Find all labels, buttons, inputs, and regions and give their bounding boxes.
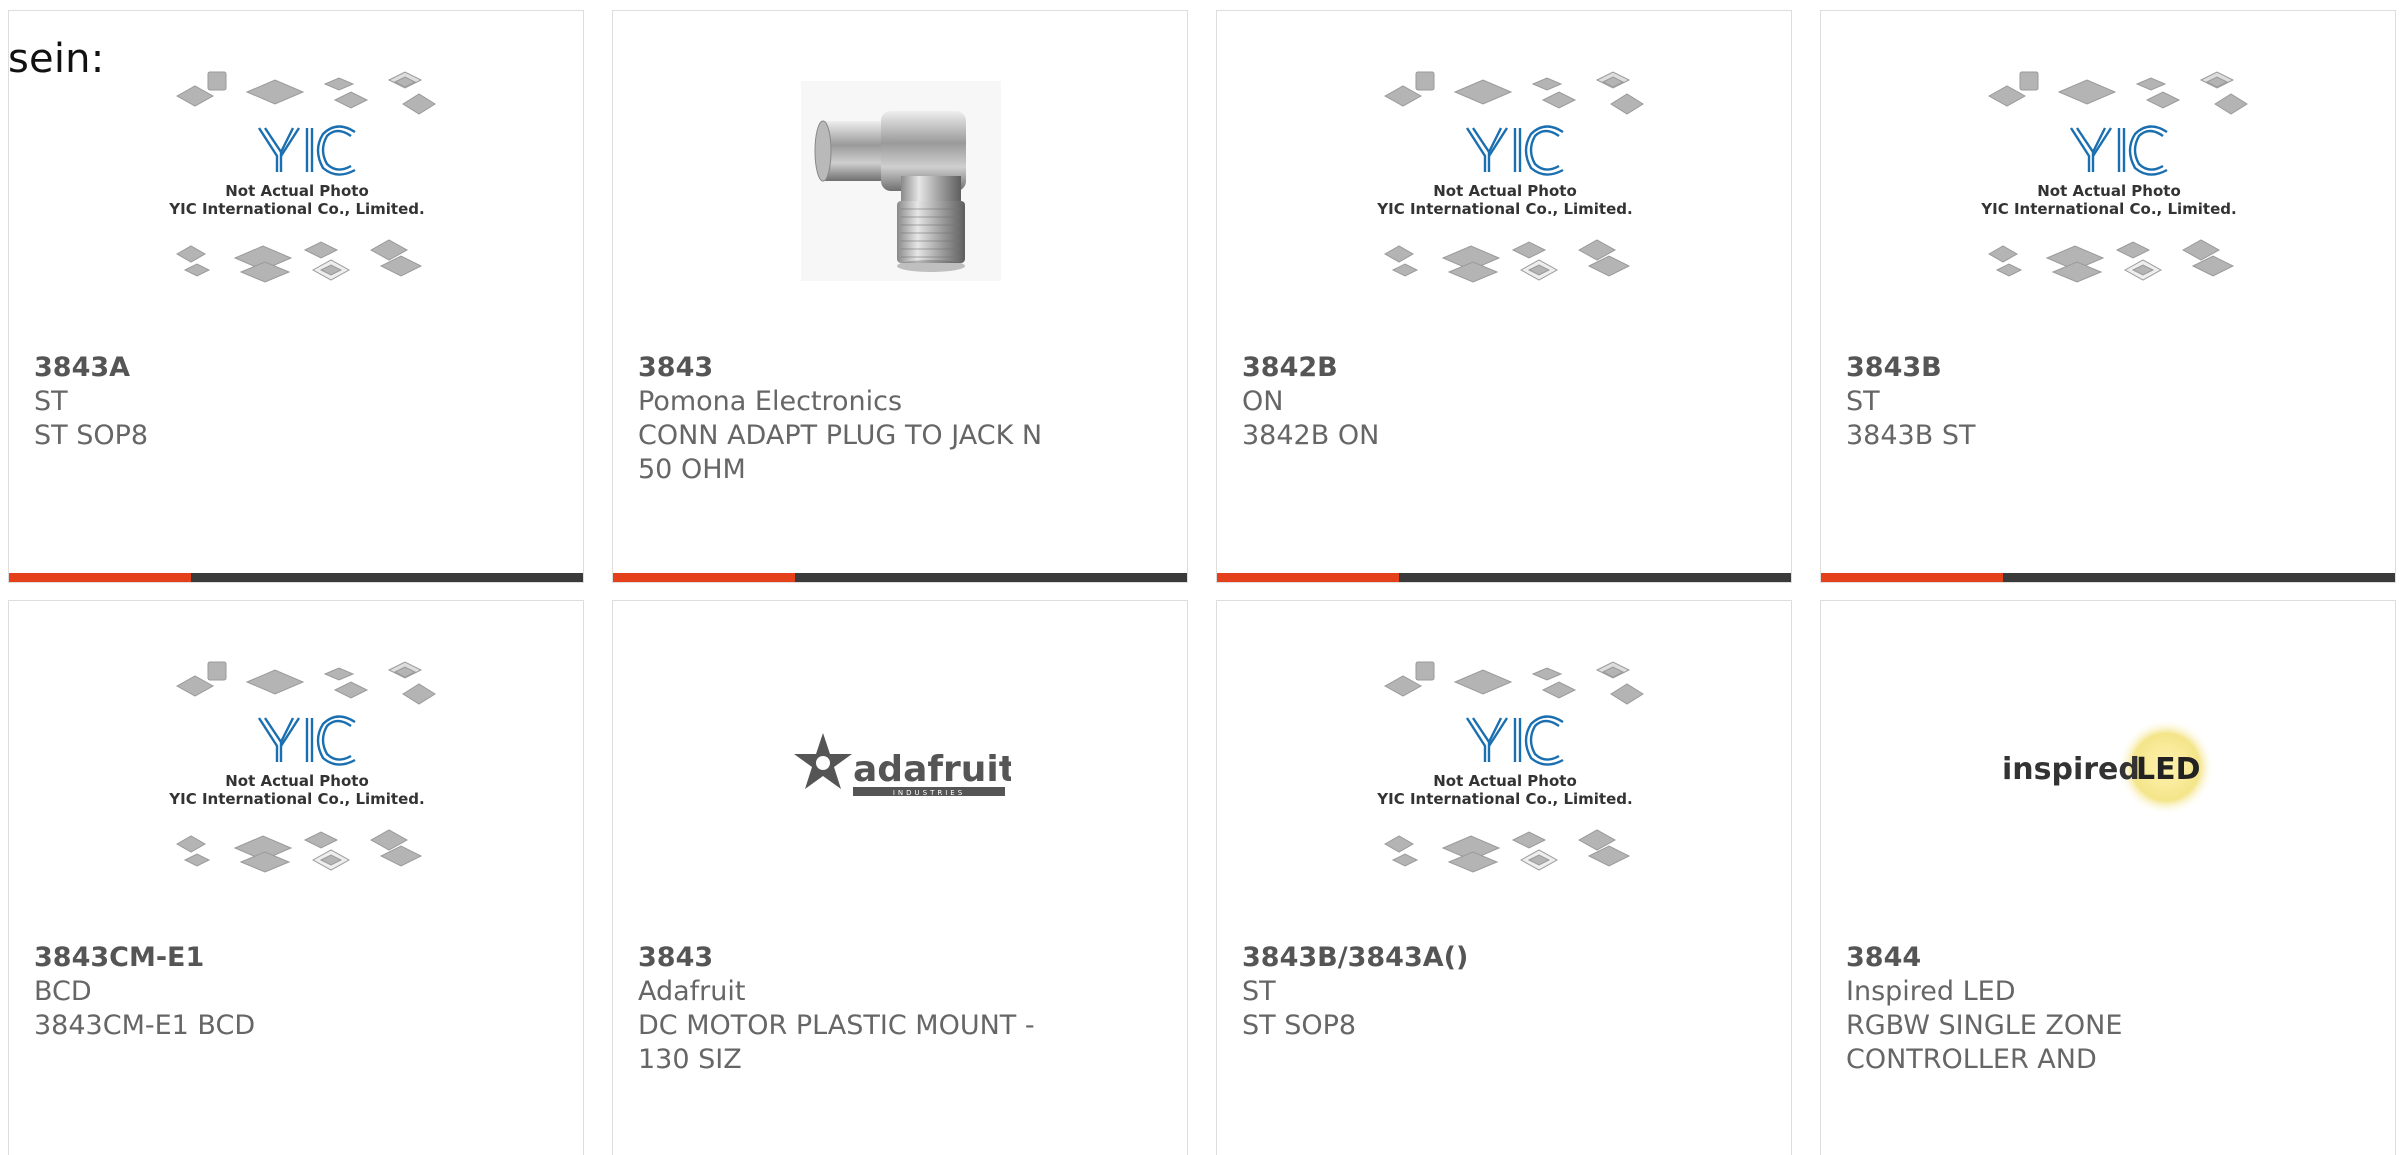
manufacturer: Pomona Electronics — [638, 386, 903, 417]
not-actual-photo-placeholder: Not Actual Photo YIC International Co., … — [1969, 54, 2249, 308]
description: 3842B ON — [1242, 420, 1380, 451]
product-image[interactable]: Not Actual Photo YIC International Co., … — [1217, 11, 1791, 351]
part-number[interactable]: 3843B — [1846, 351, 2266, 385]
product-info: 3844 Inspired LED RGBW SINGLE ZONE CONTR… — [1846, 941, 2266, 1077]
yic-placeholder-image: Not Actual Photo YIC International Co., … — [1376, 661, 1644, 873]
description: ST SOP8 — [34, 420, 149, 451]
product-image[interactable]: Not Actual Photo YIC International Co., … — [9, 601, 583, 941]
description: 3843CM-E1 BCD — [34, 1010, 256, 1041]
product-card[interactable]: Not Actual Photo YIC International Co., … — [8, 600, 584, 1155]
description: 3843B ST — [1846, 420, 1976, 451]
description: ST SOP8 — [1242, 1010, 1357, 1041]
product-info: 3843B/3843A() ST ST SOP8 — [1242, 941, 1662, 1043]
manufacturer: ST — [34, 386, 68, 417]
product-card[interactable]: inspired LED 3844 Inspired LED RGBW SING… — [1820, 600, 2396, 1155]
product-results-page: sein: Not Actual Photo YIC International — [0, 0, 2400, 1155]
yic-company-text: YIC International Co., Limited. — [1376, 790, 1632, 808]
yic-company-text: YIC International Co., Limited. — [1980, 200, 2236, 218]
yic-placeholder-image: Not Actual Photo YIC International Co., … — [168, 661, 436, 873]
card-bottom-bar — [1821, 573, 2395, 582]
manufacturer: ON — [1242, 386, 1284, 417]
part-number[interactable]: 3843CM-E1 — [34, 941, 454, 975]
not-actual-photo-text: Not Actual Photo — [225, 182, 369, 200]
product-card[interactable]: Not Actual Photo YIC International Co., … — [1216, 10, 1792, 583]
product-info: 3843 Pomona Electronics CONN ADAPT PLUG … — [638, 351, 1058, 487]
card-accent-bar — [1821, 573, 2003, 582]
product-image[interactable]: inspired LED — [1821, 601, 2395, 941]
product-card[interactable]: 3843 Pomona Electronics CONN ADAPT PLUG … — [612, 10, 1188, 583]
part-number[interactable]: 3843 — [638, 941, 1058, 975]
not-actual-photo-text: Not Actual Photo — [2037, 182, 2181, 200]
part-number[interactable]: 3844 — [1846, 941, 2266, 975]
product-card[interactable]: Not Actual Photo YIC International Co., … — [1820, 10, 2396, 583]
yic-placeholder-image: Not Actual Photo YIC International Co., … — [168, 71, 436, 283]
product-image[interactable]: Not Actual Photo YIC International Co., … — [1217, 601, 1791, 941]
product-image[interactable]: adafruit INDUSTRIES — [613, 601, 1187, 941]
manufacturer: BCD — [34, 976, 92, 1007]
card-accent-bar — [1217, 573, 1399, 582]
product-info: 3842B ON 3842B ON — [1242, 351, 1662, 453]
card-accent-bar — [613, 573, 795, 582]
not-actual-photo-text: Not Actual Photo — [225, 772, 369, 790]
description: RGBW SINGLE ZONE CONTROLLER AND — [1846, 1010, 2123, 1075]
manufacturer: ST — [1242, 976, 1276, 1007]
product-grid: Not Actual Photo YIC International Co., … — [8, 10, 2400, 1155]
rf-adapter-photo — [801, 81, 1001, 281]
card-accent-bar — [9, 573, 191, 582]
product-card[interactable]: adafruit INDUSTRIES 3843 Adafruit DC MOT… — [612, 600, 1188, 1155]
manufacturer: Adafruit — [638, 976, 746, 1007]
not-actual-photo-placeholder: Not Actual Photo YIC International Co., … — [1365, 54, 1645, 308]
yic-placeholder-image: Not Actual Photo YIC International Co., … — [1980, 71, 2248, 283]
not-actual-photo-text: Not Actual Photo — [1433, 182, 1577, 200]
inspired-logo-text: inspired — [2002, 752, 2140, 787]
card-bottom-bar — [613, 573, 1187, 582]
adafruit-logo-subtext: INDUSTRIES — [893, 789, 965, 797]
yic-company-text: YIC International Co., Limited. — [168, 200, 424, 218]
not-actual-photo-placeholder: Not Actual Photo YIC International Co., … — [1365, 644, 1645, 898]
manufacturer: Inspired LED — [1846, 976, 2016, 1007]
part-number[interactable]: 3843 — [638, 351, 1058, 385]
part-number[interactable]: 3842B — [1242, 351, 1662, 385]
manufacturer: ST — [1846, 386, 1880, 417]
product-card[interactable]: Not Actual Photo YIC International Co., … — [1216, 600, 1792, 1155]
product-card[interactable]: Not Actual Photo YIC International Co., … — [8, 10, 584, 583]
product-info: 3843B ST 3843B ST — [1846, 351, 2266, 453]
not-actual-photo-text: Not Actual Photo — [1433, 772, 1577, 790]
yic-placeholder-image: Not Actual Photo YIC International Co., … — [1376, 71, 1644, 283]
adafruit-logo: adafruit INDUSTRIES — [794, 733, 1011, 797]
not-actual-photo-placeholder: Not Actual Photo YIC International Co., … — [157, 644, 437, 898]
yic-company-text: YIC International Co., Limited. — [168, 790, 424, 808]
product-image[interactable] — [613, 11, 1187, 351]
description: CONN ADAPT PLUG TO JACK N 50 OHM — [638, 420, 1043, 485]
part-number[interactable]: 3843A — [34, 351, 454, 385]
card-bottom-bar — [9, 573, 583, 582]
part-number[interactable]: 3843B/3843A() — [1242, 941, 1662, 975]
yic-company-text: YIC International Co., Limited. — [1376, 200, 1632, 218]
product-image[interactable]: Not Actual Photo YIC International Co., … — [1821, 11, 2395, 351]
inspired-led-logo: inspired LED — [2002, 721, 2214, 815]
product-info: 3843CM-E1 BCD 3843CM-E1 BCD — [34, 941, 454, 1043]
led-logo-text: LED — [2136, 752, 2201, 787]
lead-text: sein: — [8, 36, 105, 82]
not-actual-photo-placeholder: Not Actual Photo YIC International Co., … — [157, 54, 437, 308]
product-info: 3843A ST ST SOP8 — [34, 351, 454, 453]
card-bottom-bar — [1217, 573, 1791, 582]
adafruit-logo-text: adafruit — [853, 749, 1011, 790]
description: DC MOTOR PLASTIC MOUNT - 130 SIZ — [638, 1010, 1035, 1075]
product-info: 3843 Adafruit DC MOTOR PLASTIC MOUNT - 1… — [638, 941, 1058, 1077]
